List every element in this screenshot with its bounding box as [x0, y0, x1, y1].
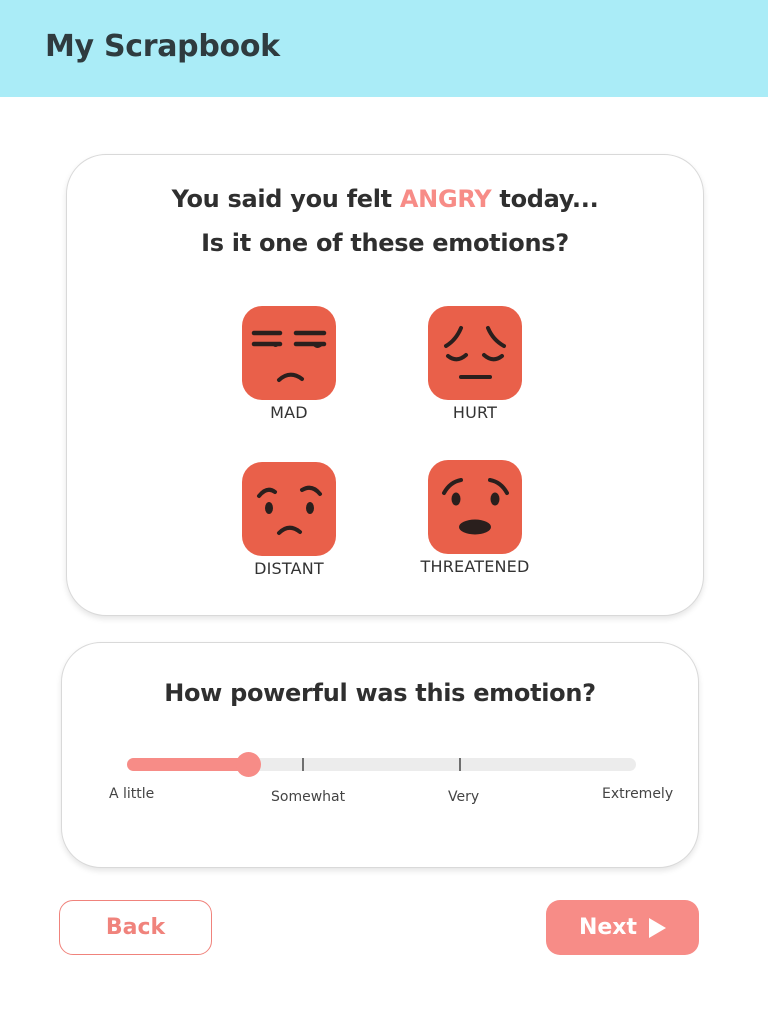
distant-face-icon[interactable] — [242, 462, 336, 556]
emotion-option-distant[interactable]: DISTANT — [209, 462, 369, 588]
back-button[interactable]: Back — [59, 900, 212, 955]
hurt-face-icon[interactable] — [428, 306, 522, 400]
mad-face-icon[interactable] — [242, 306, 336, 400]
emotion-label-hurt: HURT — [452, 403, 498, 422]
back-button-label: Back — [105, 915, 166, 940]
emotion-question-subtitle: Is it one of these emotions? — [201, 229, 569, 257]
threatened-face-icon[interactable] — [428, 460, 522, 554]
emotion-option-threatened[interactable]: THREATENED — [395, 460, 555, 586]
app-header: My Scrapbook — [0, 0, 768, 97]
emotion-option-mad[interactable]: MAD — [209, 306, 369, 432]
page-title: My Scrapbook — [45, 29, 280, 64]
slider-label-somewhat: Somewhat — [271, 789, 346, 805]
emotions-card: You said you felt ANGRY today... Is it o… — [66, 154, 704, 616]
emotion-label-threatened: THREATENED — [420, 557, 530, 576]
slider-label-extremely: Extremely — [602, 786, 674, 802]
slider-label-a-little: A little — [109, 786, 155, 802]
intensity-slider-track[interactable] — [127, 752, 636, 777]
question-prefix: You said you felt — [171, 185, 393, 213]
slider-tick — [459, 758, 461, 771]
emotion-question: You said you felt ANGRY today... — [67, 185, 703, 213]
next-button[interactable]: Next — [546, 900, 699, 955]
intensity-question: How powerful was this emotion? — [164, 679, 596, 707]
slider-label-very: Very — [448, 789, 480, 805]
next-button-label: Next — [578, 915, 638, 940]
feeling-highlight: ANGRY — [399, 185, 492, 213]
slider-tick — [302, 758, 304, 771]
emotion-label-mad: MAD — [270, 403, 308, 422]
intensity-slider-thumb[interactable] — [236, 752, 261, 777]
emotion-label-distant: DISTANT — [254, 559, 324, 578]
question-suffix: today... — [499, 185, 599, 213]
intensity-card: How powerful was this emotion? A little … — [61, 642, 699, 868]
play-icon — [649, 917, 667, 938]
emotion-option-hurt[interactable]: HURT — [395, 306, 555, 432]
intensity-slider-fill — [127, 758, 248, 771]
